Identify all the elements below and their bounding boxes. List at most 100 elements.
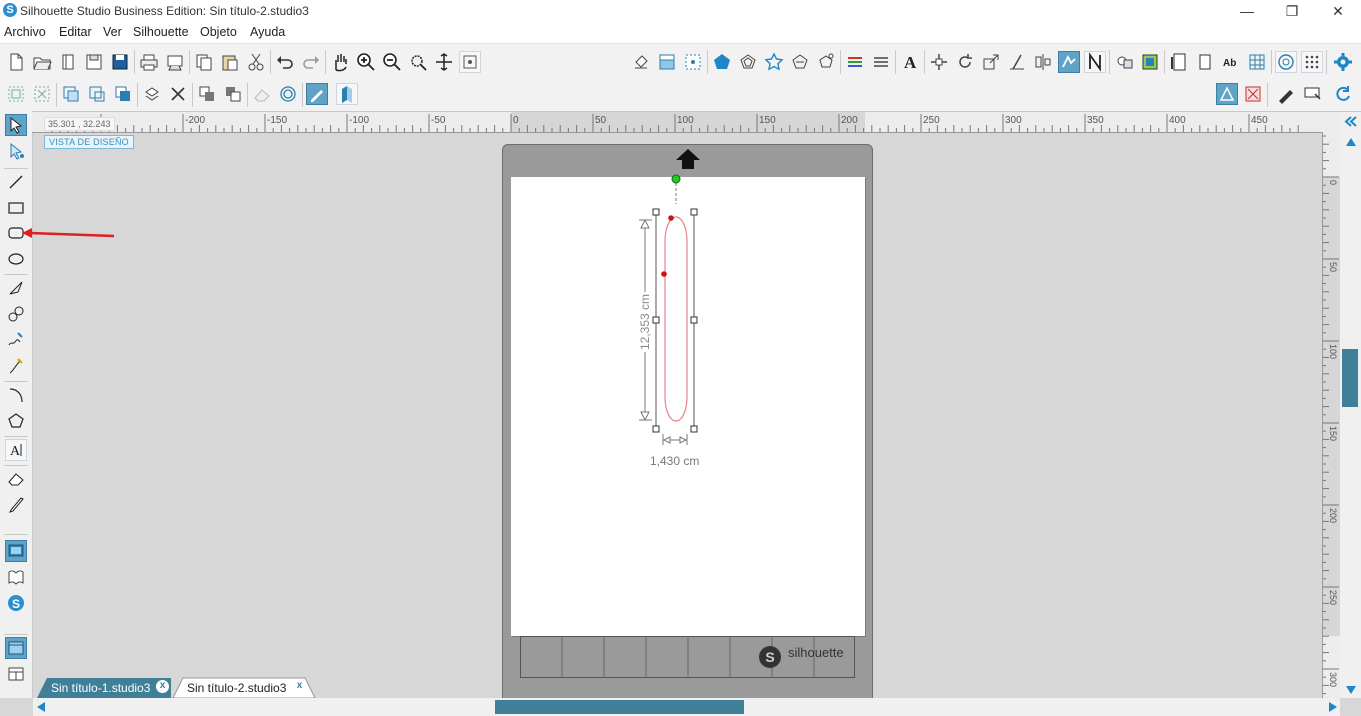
menu-ver[interactable]: Ver (103, 25, 122, 39)
scroll-up-icon[interactable] (1345, 136, 1357, 150)
curve-icon[interactable] (5, 303, 27, 325)
fill-color-icon[interactable] (630, 51, 652, 73)
minimize-button[interactable]: — (1224, 0, 1270, 22)
send-backward-icon[interactable] (196, 83, 218, 105)
design-store-panel-icon[interactable] (1113, 51, 1135, 73)
vertical-scroll-thumb[interactable] (1342, 349, 1358, 407)
point-edit-icon[interactable] (5, 140, 27, 162)
new-file-icon[interactable] (5, 51, 27, 73)
settings-gear-icon[interactable] (1332, 51, 1354, 73)
tab-sin-titulo-2[interactable]: Sin título-2.studio3 (187, 678, 286, 698)
fill-pattern-icon[interactable] (682, 51, 704, 73)
regular-polygon-icon[interactable] (5, 410, 27, 432)
send-machine-icon[interactable] (1301, 83, 1323, 105)
scroll-left-icon[interactable] (36, 701, 46, 716)
make-compound-path-icon[interactable] (60, 83, 82, 105)
zoom-out-icon[interactable] (381, 51, 403, 73)
rectangle-icon[interactable] (5, 197, 27, 219)
close-window-button[interactable]: ✕ (1315, 0, 1361, 22)
image-panel-icon[interactable] (1139, 51, 1161, 73)
tab-close-icon[interactable]: x (156, 680, 169, 693)
paste-icon[interactable] (219, 51, 241, 73)
layers-panel-icon[interactable] (336, 83, 358, 105)
tab-close-icon[interactable]: x (293, 680, 306, 693)
replicate-icon[interactable] (789, 51, 811, 73)
menu-editar[interactable]: Editar (59, 25, 92, 39)
smooth-freehand-icon[interactable] (5, 355, 27, 377)
shear-icon[interactable] (1006, 51, 1028, 73)
scale-icon[interactable] (980, 51, 1002, 73)
sync-refresh-icon[interactable] (1332, 83, 1354, 105)
weld-icon[interactable] (1058, 51, 1080, 73)
freehand-icon[interactable] (5, 329, 27, 351)
text-style-icon[interactable]: A (899, 51, 921, 73)
design-store-icon[interactable] (5, 540, 27, 562)
ellipse-icon[interactable] (5, 248, 27, 270)
fit-to-page-icon[interactable] (459, 51, 481, 73)
page-setup-icon[interactable] (1168, 51, 1190, 73)
duplicate-icon[interactable] (141, 83, 163, 105)
send-to-back-icon[interactable] (222, 83, 244, 105)
horizontal-scrollbar[interactable] (33, 698, 1340, 716)
delete-icon[interactable] (167, 83, 189, 105)
offset-icon[interactable] (737, 51, 759, 73)
horizontal-scroll-thumb[interactable] (495, 700, 744, 714)
send-view-icon[interactable] (1242, 83, 1264, 105)
sketch-pen-icon[interactable] (306, 83, 328, 105)
restore-button[interactable]: ❐ (1269, 0, 1315, 22)
save-as-icon[interactable] (109, 51, 131, 73)
select-icon[interactable] (5, 114, 27, 136)
menu-objeto[interactable]: Objeto (200, 25, 237, 39)
text-ab-icon[interactable]: Ab (1220, 51, 1242, 73)
trace-star-icon[interactable] (763, 51, 785, 73)
line-color-icon[interactable] (870, 51, 892, 73)
rotate-icon[interactable] (954, 51, 976, 73)
bring-forward-icon[interactable] (112, 83, 134, 105)
ungroup-icon[interactable] (31, 83, 53, 105)
zoom-drag-icon[interactable] (433, 51, 455, 73)
scroll-right-icon[interactable] (1328, 701, 1338, 716)
vertical-ruler[interactable]: 0 50 100 150 200 250 300 (1322, 132, 1341, 698)
menu-silhouette[interactable]: Silhouette (133, 25, 189, 39)
print-icon[interactable] (138, 51, 160, 73)
design-view-icon[interactable] (1216, 83, 1238, 105)
cut-icon[interactable] (245, 51, 267, 73)
horizontal-ruler[interactable]: -200 -150 -100 -50 0 50 100 150 200 250 300 350 400 4… (32, 112, 1340, 133)
panel-view-icon[interactable] (5, 637, 27, 659)
line-style-icon[interactable] (844, 51, 866, 73)
fill-gradient-icon[interactable] (656, 51, 678, 73)
send-to-silhouette-icon[interactable] (164, 51, 186, 73)
knife-tool-panel-icon[interactable] (1084, 51, 1106, 73)
page-view-icon[interactable] (1194, 51, 1216, 73)
knife-icon[interactable] (5, 494, 27, 516)
redo-icon[interactable] (300, 51, 322, 73)
arc-icon[interactable] (5, 384, 27, 406)
save-icon[interactable] (83, 51, 105, 73)
align-icon[interactable] (1032, 51, 1054, 73)
zoom-select-icon[interactable] (407, 51, 429, 73)
registration-marks-icon[interactable] (1275, 51, 1297, 73)
menu-archivo[interactable]: Archivo (4, 25, 46, 39)
open-file-icon[interactable] (31, 51, 53, 73)
tab-sin-titulo-1[interactable]: Sin título-1.studio3 (51, 678, 150, 698)
pan-hand-icon[interactable] (329, 51, 351, 73)
grid-icon[interactable] (1246, 51, 1268, 73)
release-compound-path-icon[interactable] (86, 83, 108, 105)
eraser-panel-icon[interactable] (251, 83, 273, 105)
dots-pattern-icon[interactable] (1301, 51, 1323, 73)
group-icon[interactable] (5, 83, 27, 105)
collapse-panel-icon[interactable] (1343, 114, 1358, 129)
move-transform-icon[interactable] (928, 51, 950, 73)
sketch-icon[interactable] (1275, 83, 1297, 105)
eraser-icon[interactable] (5, 468, 27, 490)
open-library-icon[interactable] (57, 51, 79, 73)
scroll-down-icon[interactable] (1345, 684, 1357, 698)
vertical-scrollbar[interactable] (1340, 112, 1361, 698)
text-icon[interactable]: A (5, 439, 27, 461)
modify-icon[interactable] (815, 51, 837, 73)
zoom-in-icon[interactable] (355, 51, 377, 73)
shapes-pentagon-icon[interactable] (711, 51, 733, 73)
menu-ayuda[interactable]: Ayuda (250, 25, 285, 39)
library-icon[interactable] (5, 566, 27, 588)
offset-rings-icon[interactable] (277, 83, 299, 105)
